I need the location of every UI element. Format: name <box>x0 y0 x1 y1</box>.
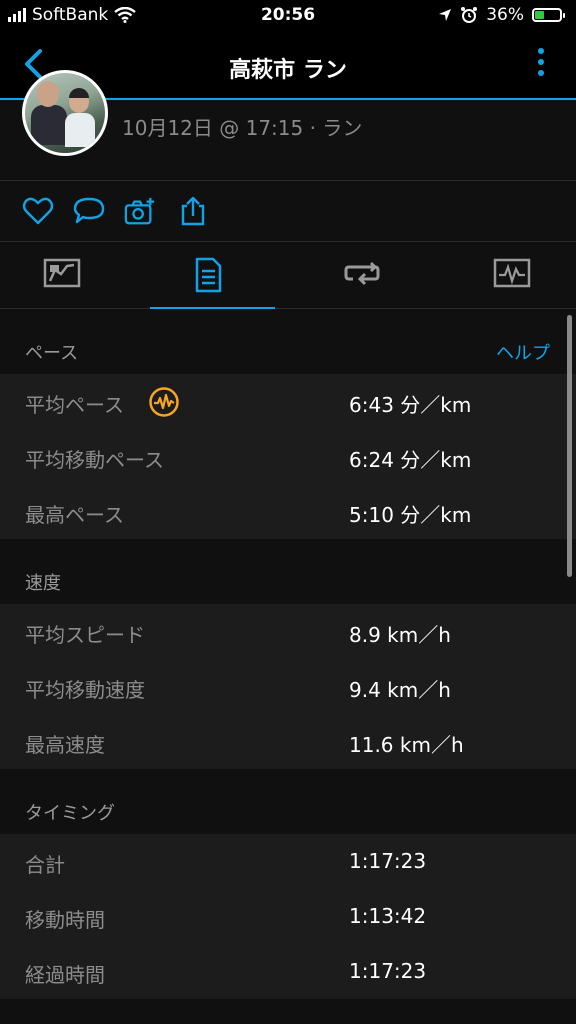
speed-rows: 平均スピード 8.9 km／h 平均移動速度 9.4 km／h 最高速度 11.… <box>0 604 576 769</box>
stats-list-icon <box>195 257 222 293</box>
avatar[interactable] <box>22 70 108 156</box>
stat-label: 平均移動速度 <box>25 678 145 702</box>
stat-row: 平均移動ペース 6:24 分／km <box>0 429 576 484</box>
stat-value: 11.6 km／h <box>349 733 464 757</box>
tab-stats[interactable] <box>150 242 275 309</box>
pace-rows: 平均ペース 6:43 分／km 平均移動ペース 6:24 分／km 最高ペース … <box>0 374 576 539</box>
section-header-timing: タイミング <box>0 769 576 834</box>
stat-row: 平均移動速度 9.4 km／h <box>0 659 576 714</box>
stat-label: 合計 <box>25 853 65 877</box>
stat-value: 1:13:42 <box>349 904 427 928</box>
heart-rate-info-icon[interactable] <box>148 386 180 418</box>
stat-row: 最高ペース 5:10 分／km <box>0 484 576 539</box>
share-icon[interactable] <box>177 196 209 226</box>
vertical-dots-icon[interactable] <box>536 48 546 84</box>
stat-value: 6:43 分／km <box>349 393 472 417</box>
section-label: タイミング <box>25 803 115 824</box>
stat-value: 6:24 分／km <box>349 448 472 472</box>
stat-row: 最高速度 11.6 km／h <box>0 714 576 769</box>
stat-row: 平均ペース 6:43 分／km <box>0 374 576 429</box>
stat-row: 平均スピード 8.9 km／h <box>0 604 576 659</box>
help-link[interactable]: ヘルプ <box>496 339 550 365</box>
status-bar: SoftBank 20:56 36% <box>0 0 576 32</box>
stat-value: 1:17:23 <box>349 959 427 983</box>
stat-label: 移動時間 <box>25 908 105 932</box>
location-arrow-icon <box>439 9 452 21</box>
timing-rows: 合計 1:17:23 移動時間 1:13:42 経過時間 1:17:23 <box>0 834 576 999</box>
stat-label: 経過時間 <box>25 963 105 987</box>
stat-value: 9.4 km／h <box>349 678 451 702</box>
section-label: 速度 <box>25 573 61 594</box>
section-header-speed: 速度 <box>0 539 576 604</box>
battery-percent: 36% <box>486 5 524 25</box>
stat-value: 5:10 分／km <box>349 503 472 527</box>
stat-label: 平均スピード <box>25 623 145 647</box>
stat-label: 平均ペース <box>25 393 124 417</box>
map-icon <box>43 258 81 288</box>
status-right: 36% <box>438 5 565 25</box>
activity-header: 10月12日 @ 17:15 · ラン <box>0 70 576 181</box>
laps-icon <box>344 261 380 286</box>
stat-value: 8.9 km／h <box>349 623 451 647</box>
activity-date: 10月12日 @ 17:15 · ラン <box>122 116 363 140</box>
section-label: ペース <box>25 343 79 364</box>
tab-charts[interactable] <box>450 242 575 308</box>
stat-label: 最高速度 <box>25 733 105 757</box>
tab-laps[interactable] <box>300 242 425 308</box>
section-header-pace: ペース ヘルプ <box>0 309 576 374</box>
tab-bar <box>0 242 576 309</box>
battery-charging-icon <box>532 8 565 22</box>
heart-icon[interactable] <box>22 196 54 226</box>
action-row <box>0 181 576 242</box>
stat-value: 1:17:23 <box>349 849 427 873</box>
stat-row: 移動時間 1:13:42 <box>0 889 576 944</box>
stats-content: ペース ヘルプ 平均ペース 6:43 分／km 平均移動ペース 6:24 分／k… <box>0 309 576 1024</box>
stat-row: 合計 1:17:23 <box>0 834 576 889</box>
tab-map[interactable] <box>0 242 125 308</box>
add-photo-icon[interactable] <box>124 196 156 226</box>
stat-row: 経過時間 1:17:23 <box>0 944 576 999</box>
stat-label: 最高ペース <box>25 503 124 527</box>
alarm-clock-icon <box>461 7 478 23</box>
charts-icon <box>493 258 531 288</box>
stat-label: 平均移動ペース <box>25 448 164 472</box>
comment-icon[interactable] <box>73 196 105 226</box>
